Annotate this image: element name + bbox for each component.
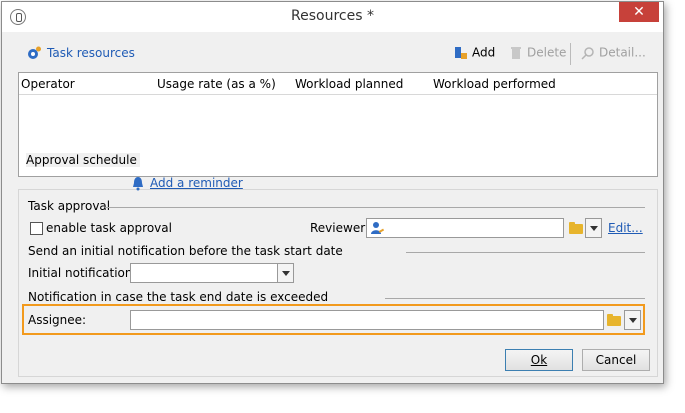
task-approval-divider	[105, 207, 645, 208]
add-person-icon	[455, 47, 467, 59]
add-button[interactable]: Add	[453, 45, 495, 63]
assignee-highlight-frame	[22, 304, 645, 335]
title-bar: Resources * ✕	[2, 2, 663, 32]
cancel-label: Cancel	[595, 353, 637, 367]
detail-label: Detail...	[599, 45, 646, 60]
approval-schedule-label: Approval schedule	[26, 153, 140, 167]
delete-button[interactable]: Delete	[508, 45, 566, 63]
initial-notification-select[interactable]	[130, 263, 278, 283]
column-header-usage-rate[interactable]: Usage rate (as a %)	[157, 77, 276, 91]
cancel-button[interactable]: Cancel	[582, 349, 650, 371]
column-header-workload-performed[interactable]: Workload performed	[433, 77, 556, 91]
bell-icon	[133, 177, 143, 191]
magnifier-icon	[581, 47, 594, 60]
initial-notification-divider	[406, 252, 645, 253]
window-title: Resources *	[291, 8, 374, 24]
end-notification-divider	[385, 298, 645, 299]
task-approval-label: Task approval	[28, 199, 114, 213]
enable-task-approval-label: enable task approval	[46, 221, 172, 235]
initial-notification-label: Initial notification:	[28, 266, 137, 280]
enable-task-approval-checkbox[interactable]	[30, 222, 43, 235]
add-label: Add	[472, 45, 496, 60]
reviewer-label: Reviewer:	[310, 221, 369, 235]
grid-header: Operator Usage rate (as a %) Workload pl…	[19, 73, 657, 95]
add-reminder-link[interactable]: Add a reminder	[150, 176, 243, 190]
reviewer-field[interactable]	[366, 218, 564, 238]
toolbar-separator	[570, 43, 571, 65]
reviewer-person-icon	[371, 222, 385, 234]
reviewer-dropdown-arrow[interactable]	[585, 218, 602, 238]
delete-label: Delete	[527, 45, 567, 60]
gear-icon	[28, 46, 41, 59]
initial-notification-dropdown-arrow[interactable]	[277, 263, 294, 283]
ok-label: Ok	[530, 353, 548, 367]
reviewer-folder-icon[interactable]	[569, 222, 583, 234]
detail-button[interactable]: Detail...	[580, 45, 646, 63]
toolbar: Task resources Add Delete Detail...	[10, 32, 657, 70]
initial-notification-section-label: Send an initial notification before the …	[28, 244, 346, 258]
edit-link[interactable]: Edit...	[608, 221, 643, 235]
ok-button[interactable]: Ok	[505, 349, 573, 371]
column-header-operator[interactable]: Operator	[21, 77, 75, 91]
toolbar-title: Task resources	[47, 46, 135, 60]
column-header-workload-planned[interactable]: Workload planned	[295, 77, 403, 91]
close-button[interactable]: ✕	[619, 2, 659, 22]
trash-icon	[511, 47, 521, 59]
end-notification-section-label: Notification in case the task end date i…	[28, 290, 332, 304]
